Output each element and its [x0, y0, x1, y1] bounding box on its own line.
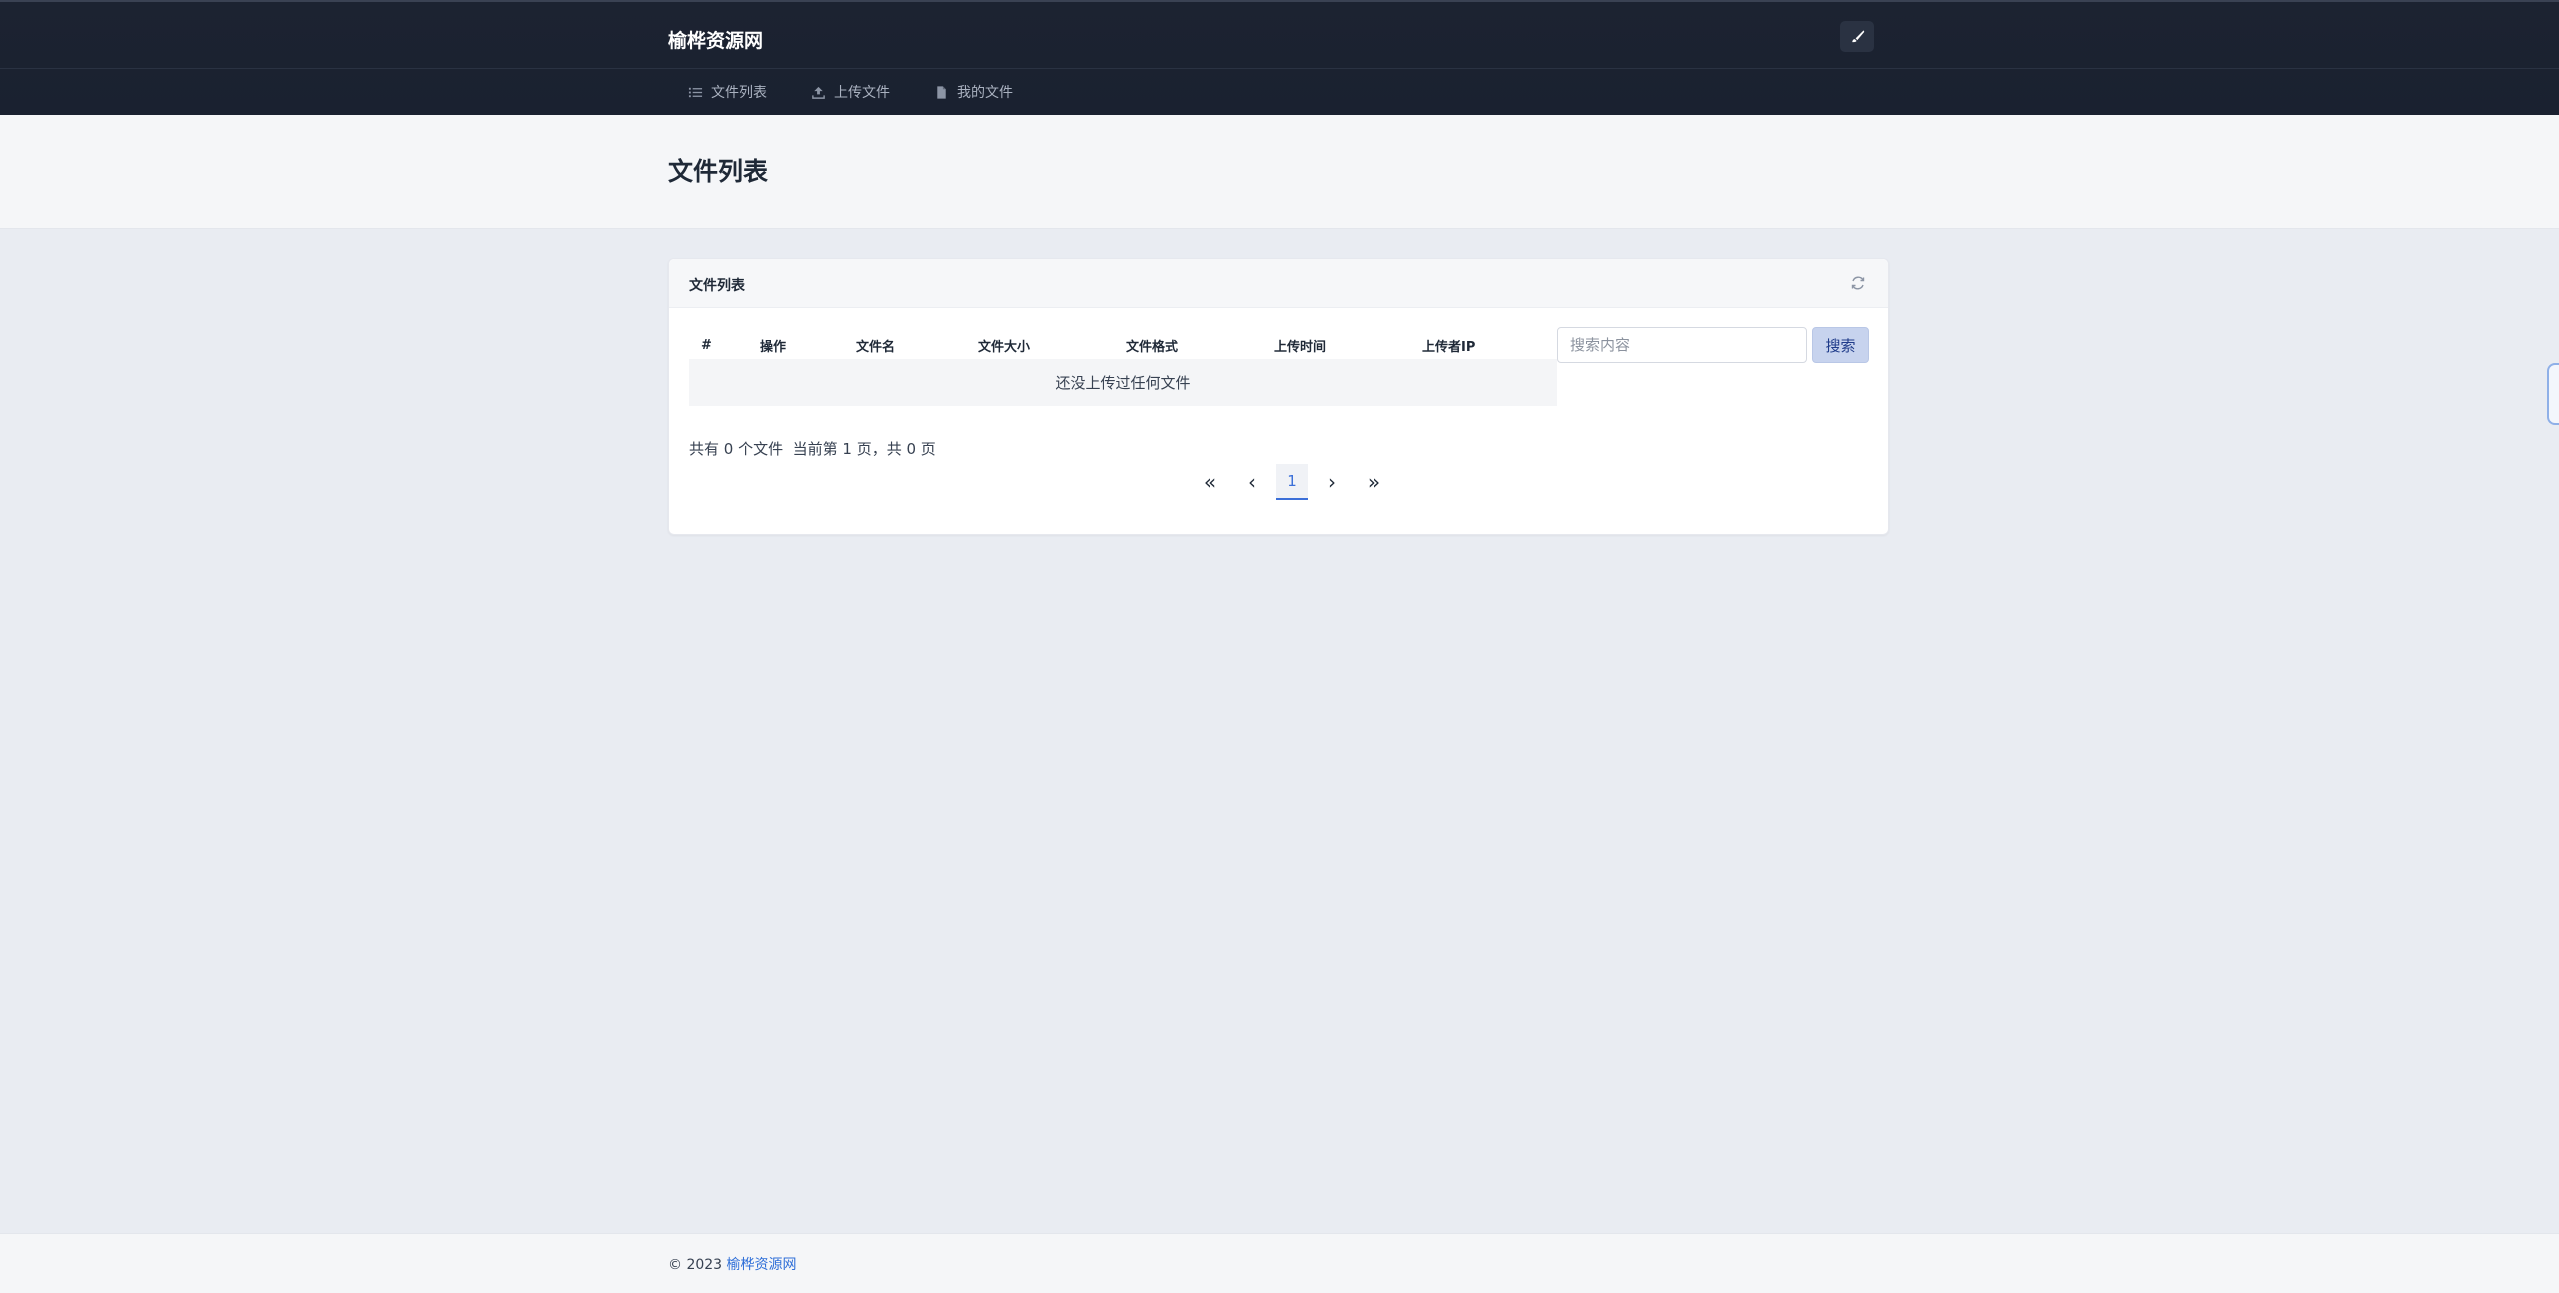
card-header: 文件列表 — [669, 259, 1888, 308]
table-header-row: # 操作 文件名 文件大小 文件格式 上传时间 上传者IP — [689, 331, 1557, 359]
copyright-text: © 2023 — [668, 1257, 723, 1273]
top-navbar: 榆桦资源网 文件列表 上传文件 我的文件 — [0, 0, 2559, 115]
table-row: 还没上传过任何文件 — [689, 359, 1557, 406]
nav-item-upload[interactable]: 上传文件 — [789, 69, 912, 115]
side-scroll-handle[interactable] — [2547, 363, 2559, 425]
next-page-button[interactable]: › — [1314, 464, 1350, 500]
search-button[interactable]: 搜索 — [1812, 327, 1869, 363]
file-list-card: 文件列表 # 操作 文件名 文件大小 文件格式 上传时间 上传者IP 还没上传过… — [668, 258, 1889, 535]
current-page-button[interactable]: 1 — [1276, 464, 1308, 500]
navbar-top-row: 榆桦资源网 — [668, 21, 1874, 54]
site-brand[interactable]: 榆桦资源网 — [668, 26, 763, 53]
column-header-actions[interactable]: 操作 — [760, 331, 856, 359]
page-title: 文件列表 — [668, 157, 769, 186]
main-nav: 文件列表 上传文件 我的文件 — [668, 69, 1035, 115]
footer: © 2023 榆桦资源网 — [0, 1233, 2559, 1293]
nav-item-file-list[interactable]: 文件列表 — [668, 69, 789, 115]
footer-text: © 2023 榆桦资源网 — [668, 1254, 797, 1274]
search-input[interactable] — [1557, 327, 1807, 363]
theme-toggle-button[interactable] — [1840, 21, 1874, 52]
list-icon — [688, 87, 703, 97]
file-table: # 操作 文件名 文件大小 文件格式 上传时间 上传者IP 还没上传过任何文件 — [689, 331, 1557, 406]
upload-icon — [812, 86, 825, 99]
nav-label: 上传文件 — [834, 85, 890, 101]
page-header: 文件列表 — [0, 115, 2559, 229]
column-header-index[interactable]: # — [689, 331, 760, 359]
column-header-format[interactable]: 文件格式 — [1126, 331, 1274, 359]
card-title: 文件列表 — [689, 278, 745, 294]
footer-site-link[interactable]: 榆桦资源网 — [727, 1257, 797, 1273]
nav-label: 我的文件 — [957, 85, 1013, 101]
column-header-filename[interactable]: 文件名 — [856, 331, 978, 359]
nav-item-my-files[interactable]: 我的文件 — [912, 69, 1035, 115]
column-header-upload-time[interactable]: 上传时间 — [1274, 331, 1422, 359]
empty-state-message: 还没上传过任何文件 — [689, 359, 1557, 406]
pagination: « ‹ 1 › » — [1189, 464, 1395, 500]
prev-page-button[interactable]: ‹ — [1234, 464, 1270, 500]
column-header-filesize[interactable]: 文件大小 — [978, 331, 1126, 359]
refresh-icon[interactable] — [1850, 275, 1866, 291]
brush-icon — [1851, 30, 1864, 43]
nav-label: 文件列表 — [711, 85, 767, 101]
file-icon — [937, 85, 946, 99]
navbar-divider — [0, 68, 2559, 69]
last-page-button[interactable]: » — [1356, 464, 1392, 500]
column-header-uploader-ip[interactable]: 上传者IP — [1422, 331, 1557, 359]
first-page-button[interactable]: « — [1192, 464, 1228, 500]
file-count-summary: 共有 0 个文件 当前第 1 页，共 0 页 — [689, 440, 936, 458]
search-bar: 搜索 — [1557, 327, 1869, 363]
